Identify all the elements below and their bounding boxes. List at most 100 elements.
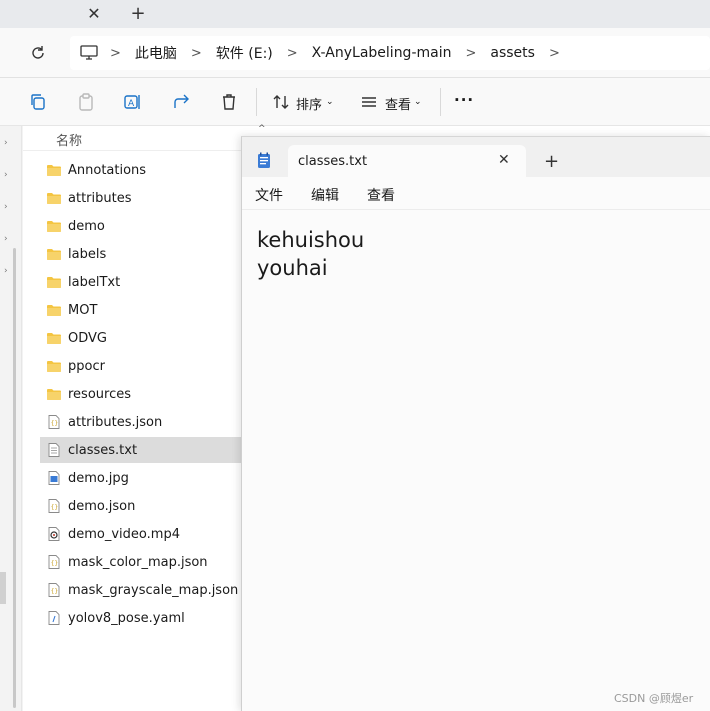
delete-icon[interactable] [219, 92, 239, 112]
svg-text:{}: {} [51, 560, 59, 567]
image-file-icon [48, 471, 60, 485]
sort-button[interactable]: 排序 [296, 94, 322, 113]
chevron-down-icon[interactable]: ⌄ [326, 97, 334, 107]
chevron-right-icon[interactable]: › [4, 234, 12, 244]
tab-close-icon[interactable]: ✕ [84, 4, 104, 24]
chevron-right-icon[interactable]: › [4, 266, 12, 276]
file-name: Annotations [68, 162, 147, 178]
json-file-icon: {} [48, 499, 60, 513]
file-list-item[interactable]: ODVG [40, 325, 243, 351]
file-list-item[interactable]: labels [40, 241, 243, 267]
file-name: labels [68, 246, 107, 262]
file-name: resources [68, 386, 132, 402]
file-list-item[interactable]: demo_video.mp4 [40, 521, 243, 547]
file-name: labelTxt [68, 274, 121, 290]
file-list-item[interactable]: attributes [40, 185, 243, 211]
folder-icon [47, 221, 61, 232]
sort-indicator-icon: ^ [258, 124, 266, 134]
file-list-item[interactable]: Annotations [40, 157, 243, 183]
file-name: demo.jpg [68, 470, 129, 486]
svg-text:{}: {} [51, 504, 59, 511]
breadcrumb-item-this-pc[interactable]: 此电脑 [129, 43, 183, 63]
chevron-right-icon[interactable]: › [4, 170, 12, 180]
menu-edit[interactable]: 编辑 [311, 185, 339, 205]
view-button[interactable]: 查看 [385, 94, 411, 113]
breadcrumb[interactable]: > 此电脑 > 软件 (E:) > X-AnyLabeling-main > a… [70, 36, 710, 70]
file-name: ppocr [68, 358, 105, 374]
menu-view[interactable]: 查看 [367, 185, 395, 205]
folder-icon [47, 389, 61, 400]
paste-icon[interactable] [76, 92, 96, 112]
file-list-item[interactable]: classes.txt [40, 437, 243, 463]
share-icon[interactable] [172, 92, 192, 112]
new-tab-button[interactable]: + [128, 4, 148, 24]
text-file-icon [48, 443, 60, 457]
sort-icon[interactable] [271, 92, 291, 112]
chevron-right-icon[interactable]: > [541, 46, 568, 61]
file-name: attributes [68, 190, 132, 206]
svg-text:{}: {} [51, 588, 59, 595]
folder-icon [47, 165, 61, 176]
notepad-app-icon [258, 152, 270, 168]
menu-file[interactable]: 文件 [255, 185, 283, 205]
file-list-item[interactable]: resources [40, 381, 243, 407]
folder-icon [47, 249, 61, 260]
computer-icon[interactable] [80, 45, 98, 61]
notepad-tab-title[interactable]: classes.txt [298, 154, 367, 169]
chevron-right-icon[interactable]: > [279, 46, 306, 61]
chevron-right-icon[interactable]: › [4, 202, 12, 212]
file-list-item[interactable]: MOT [40, 297, 243, 323]
file-name: demo [68, 218, 105, 234]
folder-icon [47, 193, 61, 204]
folder-icon [47, 277, 61, 288]
command-bar [0, 78, 710, 126]
close-icon[interactable]: ✕ [498, 152, 510, 168]
watermark: CSDN @顾煜er [614, 692, 694, 705]
navigation-pane [0, 126, 22, 711]
file-list-item[interactable]: {} mask_color_map.json [40, 549, 243, 575]
breadcrumb-item-project[interactable]: X-AnyLabeling-main [306, 45, 458, 61]
file-list-item[interactable]: {} attributes.json [40, 409, 243, 435]
svg-text:A: A [128, 99, 135, 109]
view-icon[interactable] [359, 92, 379, 112]
notepad-window [241, 136, 710, 711]
breadcrumb-item-assets[interactable]: assets [484, 45, 541, 61]
file-list-item[interactable]: {} demo.json [40, 493, 243, 519]
chevron-right-icon[interactable]: > [102, 46, 129, 61]
refresh-icon[interactable] [28, 43, 48, 63]
svg-text:{}: {} [51, 420, 59, 427]
copy-icon[interactable] [28, 92, 48, 112]
chevron-right-icon[interactable]: › [4, 138, 12, 148]
notepad-text-area[interactable]: kehuishou youhai [257, 226, 364, 282]
scrollbar[interactable] [13, 248, 16, 708]
file-list-item[interactable]: {} mask_grayscale_map.json [40, 577, 243, 603]
toolbar-divider [440, 88, 441, 116]
column-header-name[interactable]: 名称 [56, 130, 82, 149]
add-tab-button[interactable]: + [544, 151, 559, 172]
chevron-right-icon[interactable]: > [457, 46, 484, 61]
folder-icon [47, 333, 61, 344]
file-name: demo_video.mp4 [68, 526, 180, 542]
chevron-right-icon[interactable]: > [183, 46, 210, 61]
yaml-file-icon [48, 611, 60, 625]
file-list-item[interactable]: labelTxt [40, 269, 243, 295]
file-name: mask_color_map.json [68, 554, 208, 570]
chevron-down-icon[interactable]: ⌄ [414, 97, 422, 107]
breadcrumb-item-drive[interactable]: 软件 (E:) [210, 43, 279, 63]
file-name: MOT [68, 302, 98, 318]
video-file-icon [48, 527, 60, 541]
json-file-icon: {} [48, 583, 60, 597]
file-list-item[interactable]: demo.jpg [40, 465, 243, 491]
json-file-icon: {} [48, 415, 60, 429]
file-name: demo.json [68, 498, 136, 514]
browser-tab-strip [0, 0, 710, 28]
file-list-item[interactable]: ppocr [40, 353, 243, 379]
file-list-item[interactable]: yolov8_pose.yaml [40, 605, 243, 631]
more-options-button[interactable]: ··· [454, 91, 474, 109]
header-divider [23, 150, 243, 151]
rename-icon[interactable]: A [123, 92, 143, 112]
file-name: classes.txt [68, 442, 138, 458]
folder-icon [47, 305, 61, 316]
file-list-item[interactable]: demo [40, 213, 243, 239]
nav-selection-indicator [0, 572, 6, 604]
